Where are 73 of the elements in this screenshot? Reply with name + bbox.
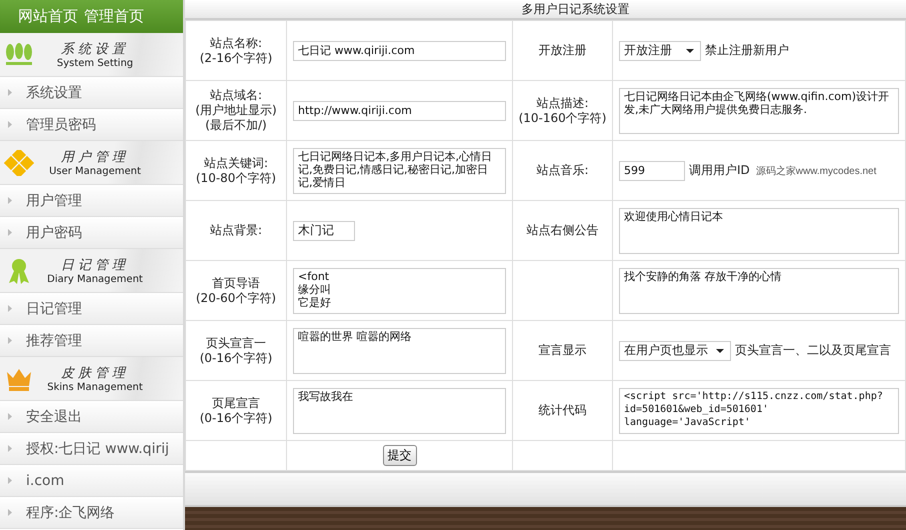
bullet-icon <box>8 445 12 452</box>
caret-icon <box>686 48 694 52</box>
bullet-icon <box>8 197 12 204</box>
sidebar-item-label: 用户管理 <box>26 192 82 210</box>
text-area[interactable]: 我写故我在 <box>293 388 506 434</box>
section-subtitle: System Setting <box>56 58 134 69</box>
field-label: 开放注册 <box>538 43 588 58</box>
text-area[interactable]: <font 缘分叫 它是好 <box>293 268 506 314</box>
sidebar-item-label: 系统设置 <box>26 84 82 102</box>
bullet-icon <box>8 121 12 128</box>
dropdown[interactable]: 开放注册 <box>619 40 701 60</box>
text-area[interactable]: 七日记网络日记本由企飞网络(www.qifin.com)设计开发,未广大网络用户提供免费日志服务. <box>619 88 899 134</box>
field-hint: (10-80个字符) <box>194 170 278 186</box>
field-label: 页头宣言一 <box>205 336 267 350</box>
text-area[interactable]: 喧嚣的世界 喧嚣的网络 <box>293 328 506 374</box>
section-title: 系统设置 <box>61 41 129 58</box>
field-label: 页尾宣言 <box>211 396 261 410</box>
text-field[interactable]: 599 <box>619 160 685 180</box>
field-label: 站点名称: <box>208 36 264 50</box>
sidebar-item-label: i.com <box>26 472 64 488</box>
field-label: 站点域名: <box>208 88 264 103</box>
clover-icon <box>4 150 34 176</box>
field-hint: (10-160个字符) <box>518 110 608 126</box>
text-field[interactable]: 七日记 www.qiriji.com <box>293 40 506 60</box>
field-label: 统计代码 <box>538 403 588 418</box>
section-subtitle: Diary Management <box>47 274 143 285</box>
field-label: 站点音乐: <box>535 163 590 178</box>
dropdown[interactable]: 木门记 <box>293 220 355 240</box>
dropdown[interactable]: 在用户页也显示 <box>619 340 731 360</box>
sidebar-item-label: 日记管理 <box>26 300 82 318</box>
bullet-icon <box>8 413 12 420</box>
section-subtitle: User Management <box>49 166 141 177</box>
bullet-icon <box>8 89 12 96</box>
field-label: 站点右侧公告 <box>526 223 600 238</box>
field-label: 首页导语 <box>211 276 261 290</box>
submit-button[interactable]: 提交 <box>382 445 416 466</box>
field-hint: (0-16个字符) <box>198 350 274 366</box>
text-area[interactable]: 欢迎使用心情日记本 <box>619 208 899 254</box>
sidebar-item-label: 授权:七日记 www.qirij <box>26 440 169 458</box>
text-area[interactable]: 七日记网络日记本,多用户日记本,心情日记,免费日记,情感日记,秘密日记,加密日记,爱情日 <box>293 148 506 194</box>
sidebar-item-label: 用户密码 <box>26 224 82 242</box>
field-label: 站点描述: <box>535 96 590 110</box>
bullet-icon <box>8 305 12 312</box>
code-area[interactable]: <script src='http://s115.cnzz.com/stat.php?id=501601&web_id=501601' language='JavaScript' <box>619 388 899 434</box>
field-note: 调用用户ID <box>689 162 750 179</box>
sidebar-item-label: 推荐管理 <box>26 332 82 350</box>
section-title: 皮肤管理 <box>61 365 129 382</box>
field-hint: (用户地址显示) <box>194 103 278 118</box>
field-hint: (2-16个字符) <box>198 50 274 66</box>
field-hint: (最后不加/) <box>204 118 268 133</box>
text-field[interactable]: http://www.qiriji.com <box>293 100 506 120</box>
bullet-icon <box>8 509 12 516</box>
leaves-icon <box>4 42 34 68</box>
field-label: 站点背景: <box>208 223 264 238</box>
field-note: 禁止注册新用户 <box>705 42 789 59</box>
bullet-icon <box>8 337 12 344</box>
panel-title: 多用户日记系统设置 <box>185 0 906 20</box>
section-title: 用户管理 <box>61 149 129 166</box>
sidebar-item-label: 管理员密码 <box>26 116 96 134</box>
field-hint: (20-60个字符) <box>194 290 278 306</box>
section-subtitle: Skins Management <box>47 382 143 393</box>
site-credit: 源码之家www.mycodes.net <box>756 164 876 178</box>
sidebar-item-label: 安全退出 <box>26 408 82 426</box>
bullet-icon <box>8 229 12 236</box>
caret-icon <box>716 348 724 352</box>
field-label: 站点关键词: <box>202 156 270 170</box>
field-hint: (0-16个字符) <box>198 410 274 426</box>
bullet-icon <box>8 477 12 484</box>
sidebar-item-label: 程序:企飞网络 <box>26 504 115 522</box>
field-note: 页头宣言一、二以及页尾宣言 <box>735 342 891 359</box>
section-title: 日记管理 <box>61 257 129 274</box>
field-label: 宣言显示 <box>538 343 588 358</box>
text-area[interactable]: 找个安静的角落 存放干净的心情 <box>619 268 899 314</box>
